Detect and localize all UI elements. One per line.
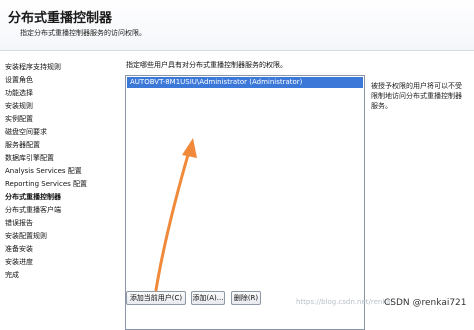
remove-button[interactable]: 删除(R) xyxy=(231,291,261,305)
help-text: 被授予权限的用户将可以不受限制地访问分布式重播控制器服务。 xyxy=(371,82,462,110)
setup-steps-sidebar: 安装程序支持规则 设置角色 功能选择 安装规则 实例配置 磁盘空间要求 服务器配… xyxy=(0,51,118,315)
sidebar-item-installation-rules[interactable]: 安装规则 xyxy=(5,101,33,111)
sidebar-item-setup-role[interactable]: 设置角色 xyxy=(5,75,33,85)
sidebar-item-server-configuration[interactable]: 服务器配置 xyxy=(5,140,40,150)
page-title: 分布式重播控制器 xyxy=(8,11,113,26)
watermark-url: https://blog.csdn.net/renkai xyxy=(296,298,393,306)
sidebar-item-replay-client[interactable]: 分布式重播客户端 xyxy=(5,205,61,215)
add-current-user-button[interactable]: 添加当前用户(C) xyxy=(126,291,186,305)
sidebar-item-database-engine[interactable]: 数据库引擎配置 xyxy=(5,153,54,163)
sidebar-item-replay-controller[interactable]: 分布式重播控制器 xyxy=(5,192,61,202)
sidebar-item-error-reporting[interactable]: 错误报告 xyxy=(5,218,33,228)
add-button[interactable]: 添加(A)... xyxy=(191,291,225,305)
page-header: 分布式重播控制器 指定分布式重播控制器服务的访问权限。 xyxy=(0,0,474,51)
sidebar-item-feature-selection[interactable]: 功能选择 xyxy=(5,88,33,98)
sidebar-item-instance-configuration[interactable]: 实例配置 xyxy=(5,114,33,124)
sidebar-item-ready-to-install[interactable]: 准备安装 xyxy=(5,244,33,254)
sidebar-item-complete[interactable]: 完成 xyxy=(5,270,19,280)
sidebar-item-reporting-services[interactable]: Reporting Services 配置 xyxy=(5,179,87,189)
sidebar-item-installation-progress[interactable]: 安装进度 xyxy=(5,257,33,267)
sidebar-item-setup-support-rules[interactable]: 安装程序支持规则 xyxy=(5,62,61,72)
sidebar-item-disk-space[interactable]: 磁盘空间要求 xyxy=(5,127,47,137)
sidebar-item-installation-config-rules[interactable]: 安装配置规则 xyxy=(5,231,47,241)
setup-window: 分布式重播控制器 指定分布式重播控制器服务的访问权限。 安装程序支持规则 设置角… xyxy=(0,0,474,330)
sidebar-item-analysis-services[interactable]: Analysis Services 配置 xyxy=(5,166,82,176)
user-list-item[interactable]: AUTOBVT-8M1USIU\Administrator (Administr… xyxy=(127,77,363,88)
page-subtitle: 指定分布式重播控制器服务的访问权限。 xyxy=(20,29,146,37)
instruction-text: 指定哪些用户具有对分布式重播控制器服务的权限。 xyxy=(126,61,287,69)
csdn-credit: CSDN @renkai721 xyxy=(384,298,467,308)
main-panel: 指定哪些用户具有对分布式重播控制器服务的权限。 AUTOBVT-8M1USIU\… xyxy=(118,51,474,330)
